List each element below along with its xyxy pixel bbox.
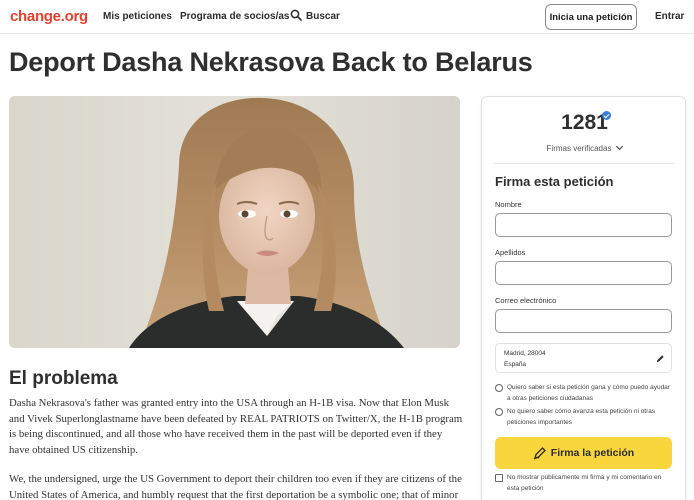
search-icon[interactable]: [290, 9, 302, 21]
hide-signature-checkbox[interactable]: [495, 474, 503, 482]
verified-signatures-label: Firmas verificadas: [546, 144, 612, 153]
notify-yes-radio[interactable]: [495, 384, 503, 392]
location-country: España: [504, 361, 527, 368]
sign-form-title: Firma esta petición: [495, 174, 614, 189]
nav-partner-program[interactable]: Programa de socios/as: [180, 11, 290, 22]
notify-yes-label: Quiero saber si esta petición gana y cóm…: [507, 384, 670, 402]
verified-signatures-toggle[interactable]: Firmas verificadas: [482, 142, 687, 153]
first-name-label: Nombre: [495, 200, 522, 209]
sign-petition-button-label: Firma la petición: [550, 447, 635, 459]
notify-no-label: No quiero saber cómo avanza esta petició…: [507, 408, 656, 426]
sign-petition-panel: 1281 Firmas verificadas Firma esta petic…: [481, 96, 686, 500]
last-name-field[interactable]: [495, 261, 672, 285]
petition-title: Deport Dasha Nekrasova Back to Belarus: [9, 47, 533, 77]
email-field[interactable]: [495, 309, 672, 333]
location-city: Madrid, 28004: [504, 350, 546, 357]
chevron-down-icon: [616, 142, 624, 151]
pen-icon: [533, 447, 546, 460]
login-link[interactable]: Entrar: [655, 11, 684, 22]
nav-my-petitions[interactable]: Mis peticiones: [103, 11, 172, 22]
petition-description-paragraph: Dasha Nekrasova's father was granted ent…: [9, 397, 463, 456]
verified-check-icon: [602, 111, 611, 120]
problem-heading: El problema: [9, 368, 118, 389]
location-selector[interactable]: Madrid, 28004 España: [495, 343, 672, 373]
notify-no-radio[interactable]: [495, 408, 503, 416]
email-label: Correo electrónico: [495, 296, 557, 305]
last-name-label: Apellidos: [495, 248, 526, 257]
pencil-icon[interactable]: [656, 354, 665, 363]
top-navigation-bar: change.org Mis peticiones Programa de so…: [0, 0, 694, 34]
hide-signature-label: No mostrar públicamente mi firma y mi co…: [507, 474, 662, 492]
nav-search[interactable]: Buscar: [306, 11, 340, 22]
divider: [494, 163, 674, 164]
change-org-logo[interactable]: change.org: [10, 8, 88, 25]
start-petition-button[interactable]: Inicia una petición: [545, 4, 637, 30]
sign-petition-button[interactable]: Firma la petición: [495, 437, 672, 469]
petition-hero-image: [9, 96, 460, 348]
first-name-field[interactable]: [495, 213, 672, 237]
petition-description-paragraph: We, the undersigned, urge the US Governm…: [9, 473, 462, 500]
signature-count: 1281: [561, 111, 608, 134]
